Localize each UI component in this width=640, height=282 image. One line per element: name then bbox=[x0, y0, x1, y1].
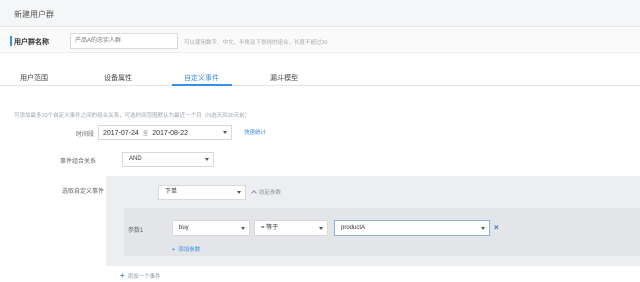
start-date: 2017-07-24 bbox=[103, 130, 139, 137]
param-value-select[interactable]: productA bbox=[334, 220, 490, 236]
param-operator-select[interactable]: = 等于 bbox=[254, 220, 328, 236]
chevron-up-icon bbox=[251, 190, 257, 196]
date-range-picker[interactable]: 2017-07-24 至 2017-08-22 bbox=[98, 125, 232, 140]
tab-custom-events[interactable]: 自定义事件 bbox=[184, 73, 219, 83]
group-name-hint: 可以使用数字、中文、半角及下划线的组合，长度不超过30 bbox=[184, 40, 328, 46]
title-bar: 新建用户群 bbox=[0, 0, 640, 27]
add-param-link[interactable]: + 添加参数 bbox=[172, 245, 200, 253]
collapse-params-label: 收起参数 bbox=[259, 190, 282, 196]
add-param-label: 添加参数 bbox=[178, 247, 201, 253]
time-range-label: 时间段 bbox=[75, 132, 94, 138]
group-name-row: 用户群名称 可以使用数字、中文、半角及下划线的组合，长度不超过30 bbox=[0, 28, 640, 53]
tab-user-scope[interactable]: 用户范围 bbox=[20, 73, 48, 83]
collapse-params-link[interactable]: 收起参数 bbox=[251, 188, 282, 196]
tab-funnel-model[interactable]: 漏斗模型 bbox=[270, 73, 298, 83]
param-operator-value: = 等于 bbox=[261, 225, 279, 231]
add-event-link[interactable]: + 添加一个事件 bbox=[120, 271, 161, 280]
events-note: 可添加最多10个自定义事件之间的组合关系，可选时间范围默认为最近一个月（N选天到… bbox=[14, 113, 251, 119]
chevron-down-icon bbox=[319, 226, 323, 230]
delete-param-icon[interactable]: × bbox=[494, 223, 499, 232]
event-value: 下单 bbox=[165, 189, 178, 195]
param-name-value: buy bbox=[179, 225, 189, 231]
relation-label: 事件组合关系 bbox=[60, 159, 97, 165]
end-date: 2017-08-22 bbox=[152, 130, 189, 137]
group-name-label: 用户群名称 bbox=[14, 39, 49, 46]
chevron-down-icon bbox=[237, 191, 241, 194]
date-separator: 至 bbox=[142, 131, 149, 137]
chevron-down-icon bbox=[223, 131, 227, 134]
tab-device-attributes[interactable]: 设备属性 bbox=[104, 73, 132, 83]
select-event-label: 选取自定义事件 bbox=[61, 189, 104, 195]
chevron-down-icon bbox=[481, 226, 485, 230]
add-event-label: 添加一个事件 bbox=[127, 274, 161, 280]
quick-stat-link[interactable]: 快速统计 bbox=[244, 128, 266, 136]
group-name-input[interactable] bbox=[70, 33, 178, 49]
relation-select[interactable]: AND bbox=[122, 152, 214, 167]
page-title: 新建用户群 bbox=[14, 10, 54, 19]
param-label: 参数1 bbox=[128, 228, 144, 234]
active-tab-indicator bbox=[172, 84, 232, 86]
plus-icon: + bbox=[120, 271, 125, 280]
chevron-down-icon bbox=[205, 158, 209, 161]
param-value: productA bbox=[341, 225, 366, 231]
plus-icon: + bbox=[172, 247, 176, 253]
relation-value: AND bbox=[129, 156, 142, 162]
chevron-down-icon bbox=[241, 226, 245, 230]
tab-bar: 用户范围 设备属性 自定义事件 漏斗模型 bbox=[0, 64, 640, 86]
label-marker bbox=[10, 36, 12, 46]
event-select[interactable]: 下单 bbox=[158, 185, 246, 200]
param-name-select[interactable]: buy bbox=[172, 220, 250, 236]
